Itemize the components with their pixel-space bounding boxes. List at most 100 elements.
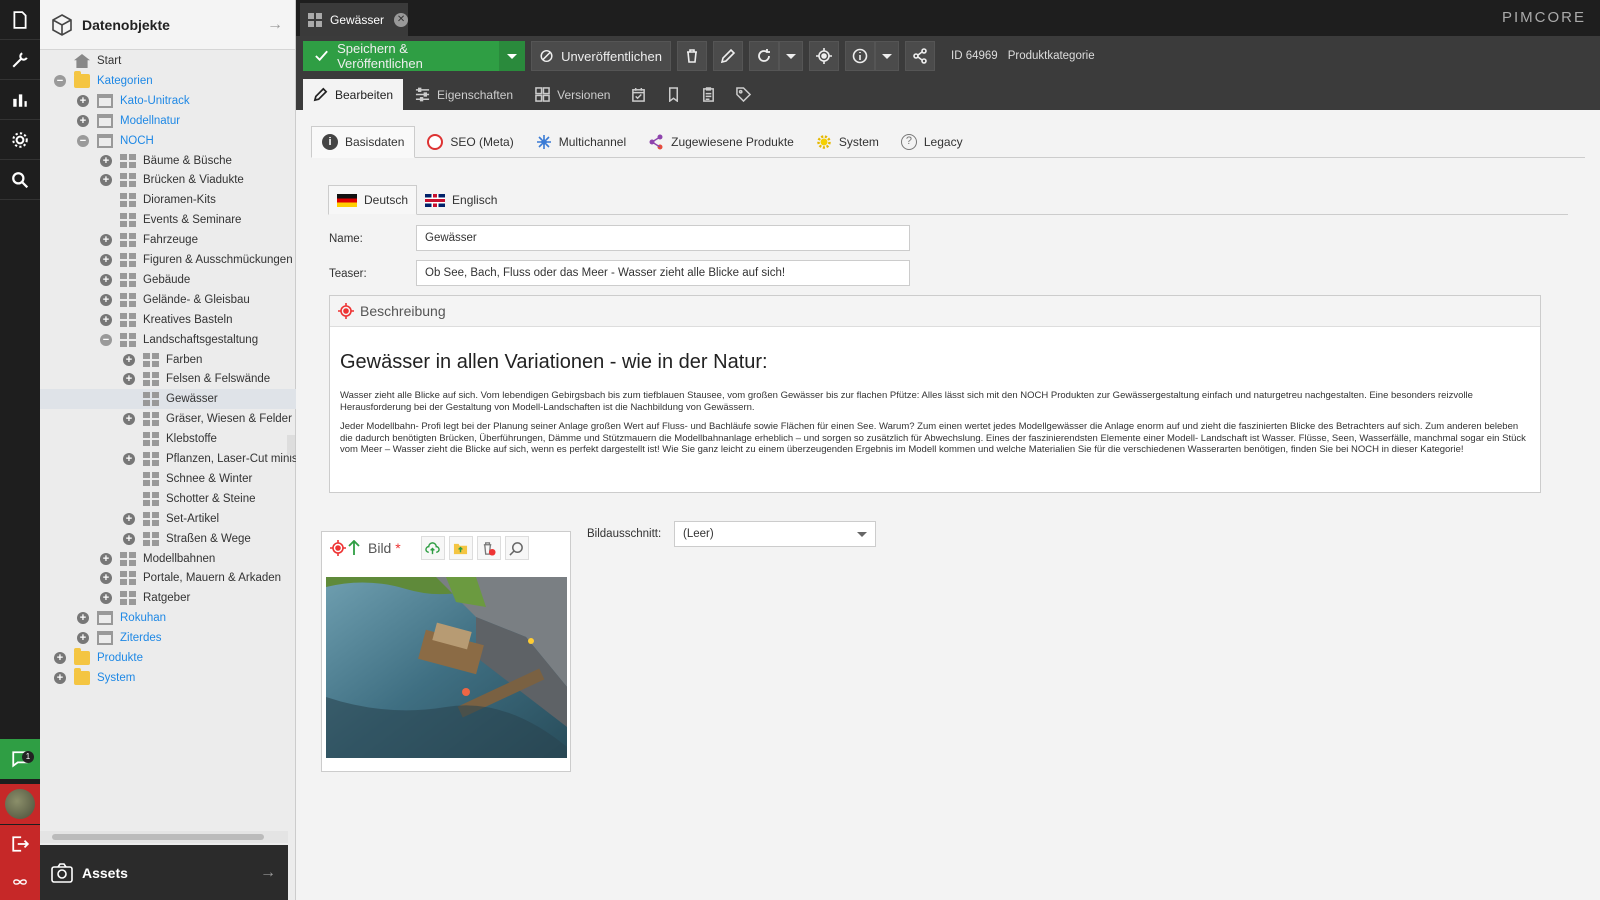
tree-node[interactable]: + Pflanzen, Laser-Cut minis [40, 449, 296, 469]
tree-node[interactable]: − Landschaftsgestaltung [40, 330, 296, 350]
open-asset-folder-button[interactable] [448, 536, 473, 560]
tab-seo[interactable]: SEO (Meta) [417, 126, 523, 158]
tab-properties[interactable]: Eigenschaften [405, 79, 523, 110]
tab-basisdaten[interactable]: i Basisdaten [311, 126, 416, 158]
expand-icon[interactable]: + [100, 572, 112, 585]
collapse-handle[interactable] [287, 435, 295, 455]
description-editor[interactable]: Gewässer in allen Variationen - wie in d… [330, 327, 1540, 476]
expand-icon[interactable]: + [77, 612, 89, 625]
arrow-right-icon[interactable]: → [248, 864, 288, 882]
tree-node[interactable]: + Gräser, Wiesen & Felder [40, 409, 296, 429]
tree-node[interactable]: + Produkte [40, 648, 296, 668]
save-publish-button[interactable]: Speichern & Veröffentlichen [303, 41, 499, 71]
tree-node[interactable]: Schotter & Steine [40, 489, 296, 509]
tree-node[interactable]: Gewässer [40, 389, 296, 410]
reload-button[interactable] [749, 41, 779, 71]
rename-button[interactable] [713, 41, 743, 71]
collapse-icon[interactable]: − [100, 333, 112, 346]
expand-icon[interactable]: + [100, 313, 112, 326]
tab-englisch[interactable]: Englisch [417, 185, 505, 215]
clear-image-button[interactable] [476, 536, 501, 560]
tab-multichannel[interactable]: Multichannel [526, 126, 636, 158]
collapse-icon[interactable]: − [54, 74, 66, 87]
expand-icon[interactable]: + [123, 413, 135, 426]
expand-icon[interactable]: + [100, 154, 112, 167]
tree-node[interactable]: + Brücken & Viadukte [40, 170, 296, 190]
teaser-input[interactable]: Ob See, Bach, Fluss oder das Meer - Wass… [416, 260, 910, 286]
tree-node[interactable]: + Ratgeber [40, 588, 296, 608]
pimcore-logo[interactable] [0, 863, 40, 900]
expand-icon[interactable]: + [100, 293, 112, 306]
notifications-button[interactable]: 1 [0, 739, 40, 779]
scrollbar-thumb[interactable] [52, 834, 264, 840]
tree-node[interactable]: Schnee & Winter [40, 469, 296, 489]
info-options-dropdown[interactable] [875, 41, 899, 71]
logout-button[interactable] [0, 825, 40, 863]
tree-node[interactable]: + Kreatives Basteln [40, 310, 296, 330]
info-button[interactable] [845, 41, 875, 71]
expand-icon[interactable]: + [123, 373, 135, 386]
tab-versions[interactable]: Versionen [525, 79, 620, 110]
search-asset-button[interactable] [504, 536, 529, 560]
expand-icon[interactable]: + [123, 353, 135, 366]
expand-icon[interactable]: + [100, 273, 112, 286]
tree-node[interactable]: Klebstoffe [40, 429, 296, 449]
tree-node[interactable]: + Modellbahnen [40, 549, 296, 569]
assets-panel-header[interactable]: Assets → [40, 845, 288, 900]
delete-button[interactable] [677, 41, 707, 71]
expand-icon[interactable]: + [100, 254, 112, 266]
tree-node[interactable]: + Portale, Mauern & Arkaden [40, 568, 296, 588]
tab-edit[interactable]: Bearbeiten [303, 79, 404, 110]
tab-notes[interactable] [692, 79, 725, 110]
tree-node[interactable]: − NOCH [40, 131, 296, 151]
tree-node[interactable]: + Gebäude [40, 270, 296, 290]
expand-icon[interactable]: + [100, 174, 112, 187]
tab-system[interactable]: System [806, 126, 889, 158]
tree-node[interactable]: + Modellnatur [40, 111, 296, 131]
tree-node[interactable]: + Ziterdes [40, 628, 296, 648]
name-input[interactable]: Gewässer [416, 225, 910, 251]
tree-node[interactable]: + Fahrzeuge [40, 230, 296, 250]
expand-icon[interactable]: + [54, 652, 66, 664]
marketing-menu-icon[interactable] [0, 80, 40, 120]
upload-button[interactable] [420, 536, 445, 560]
tab-schedule[interactable] [622, 79, 655, 110]
expand-icon[interactable]: + [77, 114, 89, 127]
tree-horizontal-scrollbar[interactable] [40, 831, 288, 843]
tree-node[interactable]: Start [40, 51, 296, 71]
unpublish-button[interactable]: Unveröffentlichen [531, 41, 671, 71]
search-icon[interactable] [0, 160, 40, 200]
tab-gewaesser[interactable]: Gewässer ✕ [300, 3, 408, 36]
tree-node[interactable]: + Figuren & Ausschmückungen [40, 250, 296, 270]
expand-icon[interactable]: + [100, 552, 112, 565]
tab-assigned-products[interactable]: Zugewiesene Produkte [638, 126, 804, 158]
file-menu-icon[interactable] [0, 0, 40, 40]
tree-node[interactable]: + Rokuhan [40, 608, 296, 628]
tree-node[interactable]: − Kategorien [40, 70, 296, 91]
tree-node[interactable]: + Farben [40, 350, 296, 370]
tree-node[interactable]: + Bäume & Büsche [40, 151, 296, 171]
share-button[interactable] [905, 41, 935, 71]
tree-node[interactable]: + Set-Artikel [40, 509, 296, 529]
tab-deutsch[interactable]: Deutsch [328, 185, 418, 215]
crop-select[interactable]: (Leer) [674, 521, 876, 547]
tree-node[interactable]: Events & Seminare [40, 210, 296, 230]
user-avatar[interactable] [0, 784, 40, 824]
expand-icon[interactable]: + [100, 592, 112, 605]
save-options-dropdown[interactable] [499, 41, 525, 71]
expand-icon[interactable]: + [77, 632, 89, 645]
tree-node[interactable]: + Straßen & Wege [40, 529, 296, 549]
tab-tags[interactable] [727, 79, 760, 110]
expand-icon[interactable]: + [123, 453, 135, 465]
expand-icon[interactable]: + [100, 234, 112, 247]
expand-icon[interactable]: + [77, 94, 89, 107]
expand-icon[interactable]: + [123, 532, 135, 545]
show-in-tree-button[interactable] [809, 41, 839, 71]
expand-icon[interactable]: + [54, 671, 66, 684]
tools-menu-icon[interactable] [0, 40, 40, 80]
settings-gear-icon[interactable] [0, 120, 40, 160]
tree-node[interactable]: + Felsen & Felswände [40, 369, 296, 389]
arrow-right-icon[interactable]: → [255, 16, 295, 34]
close-icon[interactable]: ✕ [394, 12, 408, 27]
tree-node[interactable]: + Kato-Unitrack [40, 91, 296, 111]
